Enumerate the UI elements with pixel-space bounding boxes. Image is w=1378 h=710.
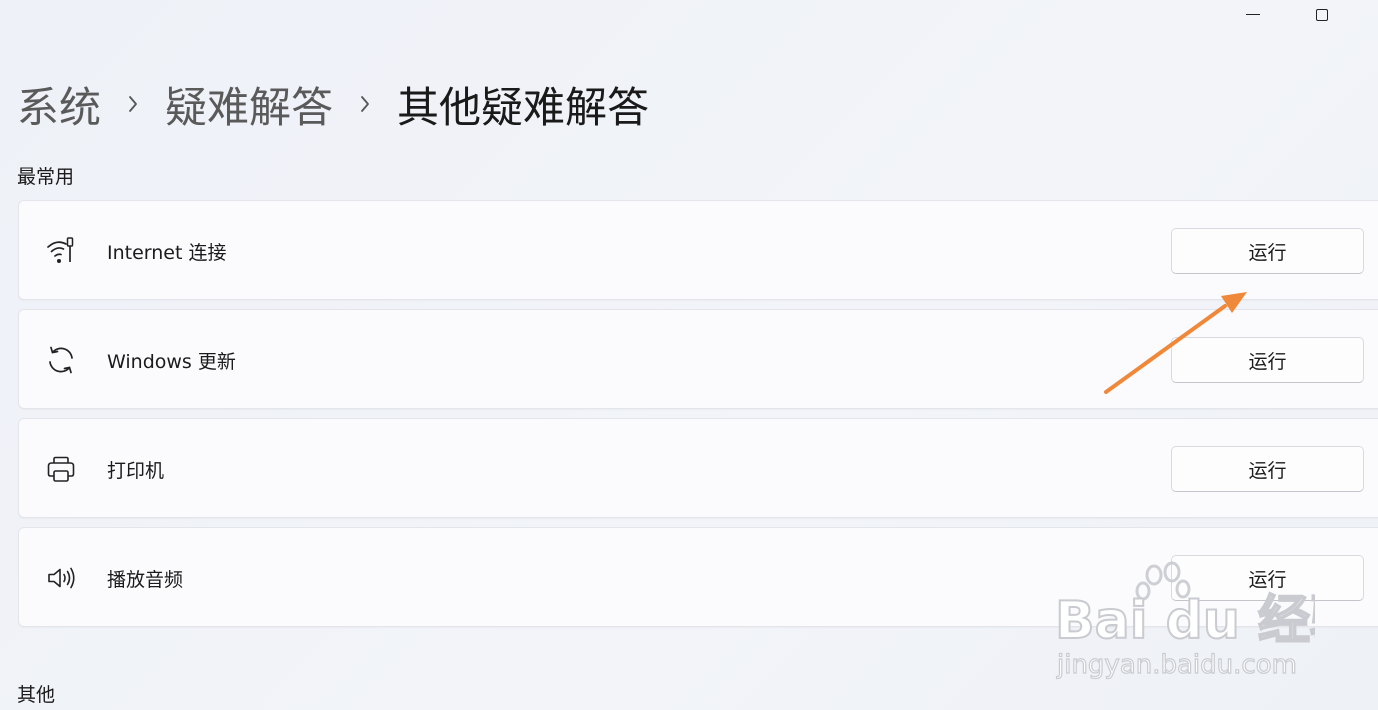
watermark-url: jingyan.baidu.com [1056, 650, 1297, 680]
breadcrumb: 系统 疑难解答 其他疑难解答 [17, 74, 649, 134]
maximize-button[interactable] [1299, 0, 1345, 30]
troubleshooter-label: Windows 更新 [107, 350, 236, 373]
page-title: 其他疑难解答 [397, 82, 650, 132]
section-header-most-used: 最常用 [17, 166, 75, 188]
maximize-icon [1316, 9, 1328, 21]
troubleshooter-card-audio: 播放音频 运行 [18, 527, 1378, 627]
printer-icon [45, 453, 77, 485]
minimize-icon [1246, 13, 1260, 16]
speaker-icon [45, 562, 77, 594]
chevron-right-icon [333, 84, 397, 124]
run-button-audio[interactable]: 运行 [1171, 555, 1364, 601]
troubleshooter-card-internet: Internet 连接 运行 [18, 200, 1378, 300]
run-button-printer[interactable]: 运行 [1171, 446, 1364, 492]
minimize-button[interactable] [1230, 0, 1276, 30]
troubleshooter-label: 打印机 [107, 459, 165, 482]
run-button-internet[interactable]: 运行 [1171, 228, 1364, 274]
sync-icon [45, 344, 77, 376]
wifi-icon [45, 235, 77, 267]
run-button-windows-update[interactable]: 运行 [1171, 337, 1364, 383]
chevron-right-icon [101, 84, 165, 124]
breadcrumb-item-system[interactable]: 系统 [17, 74, 101, 135]
troubleshooter-label: 播放音频 [107, 568, 184, 591]
troubleshooter-card-windows-update: Windows 更新 运行 [18, 309, 1378, 409]
section-header-other: 其他 [17, 684, 56, 706]
breadcrumb-item-troubleshoot[interactable]: 疑难解答 [165, 74, 333, 135]
troubleshooter-card-printer: 打印机 运行 [18, 418, 1378, 518]
troubleshooter-label: Internet 连接 [107, 241, 227, 264]
